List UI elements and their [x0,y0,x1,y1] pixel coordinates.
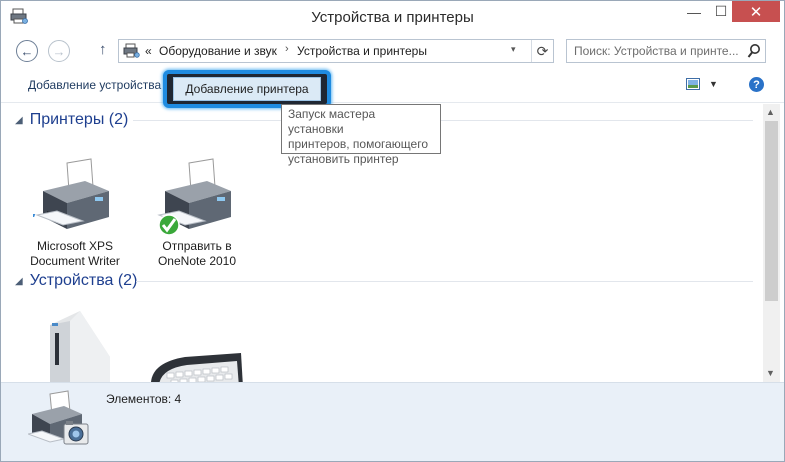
tooltip-line: принтеров, помогающего [288,137,429,151]
group-divider [136,281,753,282]
device-label-line: Document Writer [30,254,120,268]
add-device-button[interactable]: Добавление устройства [28,78,161,92]
device-keyboard[interactable] [145,347,245,382]
minimize-button[interactable]: — [680,1,708,22]
forward-button[interactable]: → [48,40,70,62]
title-bar: Устройства и принтеры — ☐ ✕ [1,1,784,32]
breadcrumb-hardware-sound[interactable]: Оборудование и звук [159,44,277,58]
back-button[interactable]: ← [16,40,38,62]
printers-group-header[interactable]: ◢ Принтеры (2) [15,110,128,130]
keyboard-icon [151,353,243,382]
search-input[interactable]: Поиск: Устройства и принте... [574,44,739,58]
device-label-line: Отправить в [162,239,232,253]
devices-group-header[interactable]: ◢ Устройства (2) [15,271,137,291]
devices-printers-icon [123,43,140,58]
collapse-arrow-icon[interactable]: ◢ [15,276,23,287]
printers-group-title: Принтеры (2) [29,111,129,128]
vertical-scrollbar[interactable]: ▲ ▼ [763,104,780,382]
printer-default-icon [157,158,231,236]
device-microsoft-xps[interactable]: Microsoft XPS Document Writer [25,157,125,269]
devices-printers-large-icon [28,390,89,445]
device-computer[interactable] [25,307,125,382]
printer-icon [33,158,109,229]
address-bar[interactable]: « Оборудование и звук › Устройства и при… [118,39,554,63]
details-pane: Элементов: 4 [1,382,784,461]
devices-group-title: Устройства (2) [29,272,138,289]
add-printer-tooltip: Запуск мастера установки принтеров, помо… [281,104,441,166]
device-label-line: OneNote 2010 [157,254,237,268]
breadcrumb-separator[interactable]: › [285,43,289,55]
close-button[interactable]: ✕ [732,1,780,22]
help-button[interactable]: ? [749,77,764,92]
change-view-icon[interactable] [686,78,700,90]
device-send-to-onenote[interactable]: Отправить в OneNote 2010 [147,157,247,269]
device-label: Microsoft XPS Document Writer [25,239,125,269]
refresh-button[interactable]: ⟳ [531,40,553,62]
add-printer-button[interactable]: Добавление принтера [173,77,321,101]
collapse-arrow-icon[interactable]: ◢ [15,115,23,126]
navigation-bar: ← → ↑ « Оборудование и звук › Устройства… [1,32,784,68]
scroll-thumb[interactable] [765,121,778,301]
up-button[interactable]: ↑ [99,41,107,58]
scroll-down-arrow-icon[interactable]: ▼ [766,368,775,378]
tooltip-line: Запуск мастера установки [288,107,376,136]
address-dropdown-chevron-icon[interactable]: ▾ [511,44,516,55]
item-count-text: Элементов: 4 [106,392,182,406]
group-divider [133,120,753,121]
device-label-line: Microsoft XPS [36,239,114,253]
view-options-dropdown-icon[interactable]: ▼ [709,79,718,89]
computer-icon [50,311,110,382]
add-printer-highlight: Добавление принтера [163,70,331,108]
search-box[interactable]: Поиск: Устройства и принте... [566,39,766,63]
window-title: Устройства и принтеры [311,9,474,26]
device-label: Отправить в OneNote 2010 [147,239,247,269]
breadcrumb-devices-printers[interactable]: Устройства и принтеры [297,44,427,58]
address-overflow-chevron[interactable]: « [145,44,152,58]
maximize-button[interactable]: ☐ [707,1,735,22]
tooltip-line: установить принтер [288,152,399,166]
search-icon[interactable] [747,43,761,59]
devices-printers-window: Устройства и принтеры — ☐ ✕ ← → ↑ « Обор… [0,0,785,462]
command-bar: Добавление устройства Добавление принтер… [1,68,784,108]
scroll-up-arrow-icon[interactable]: ▲ [766,107,775,117]
